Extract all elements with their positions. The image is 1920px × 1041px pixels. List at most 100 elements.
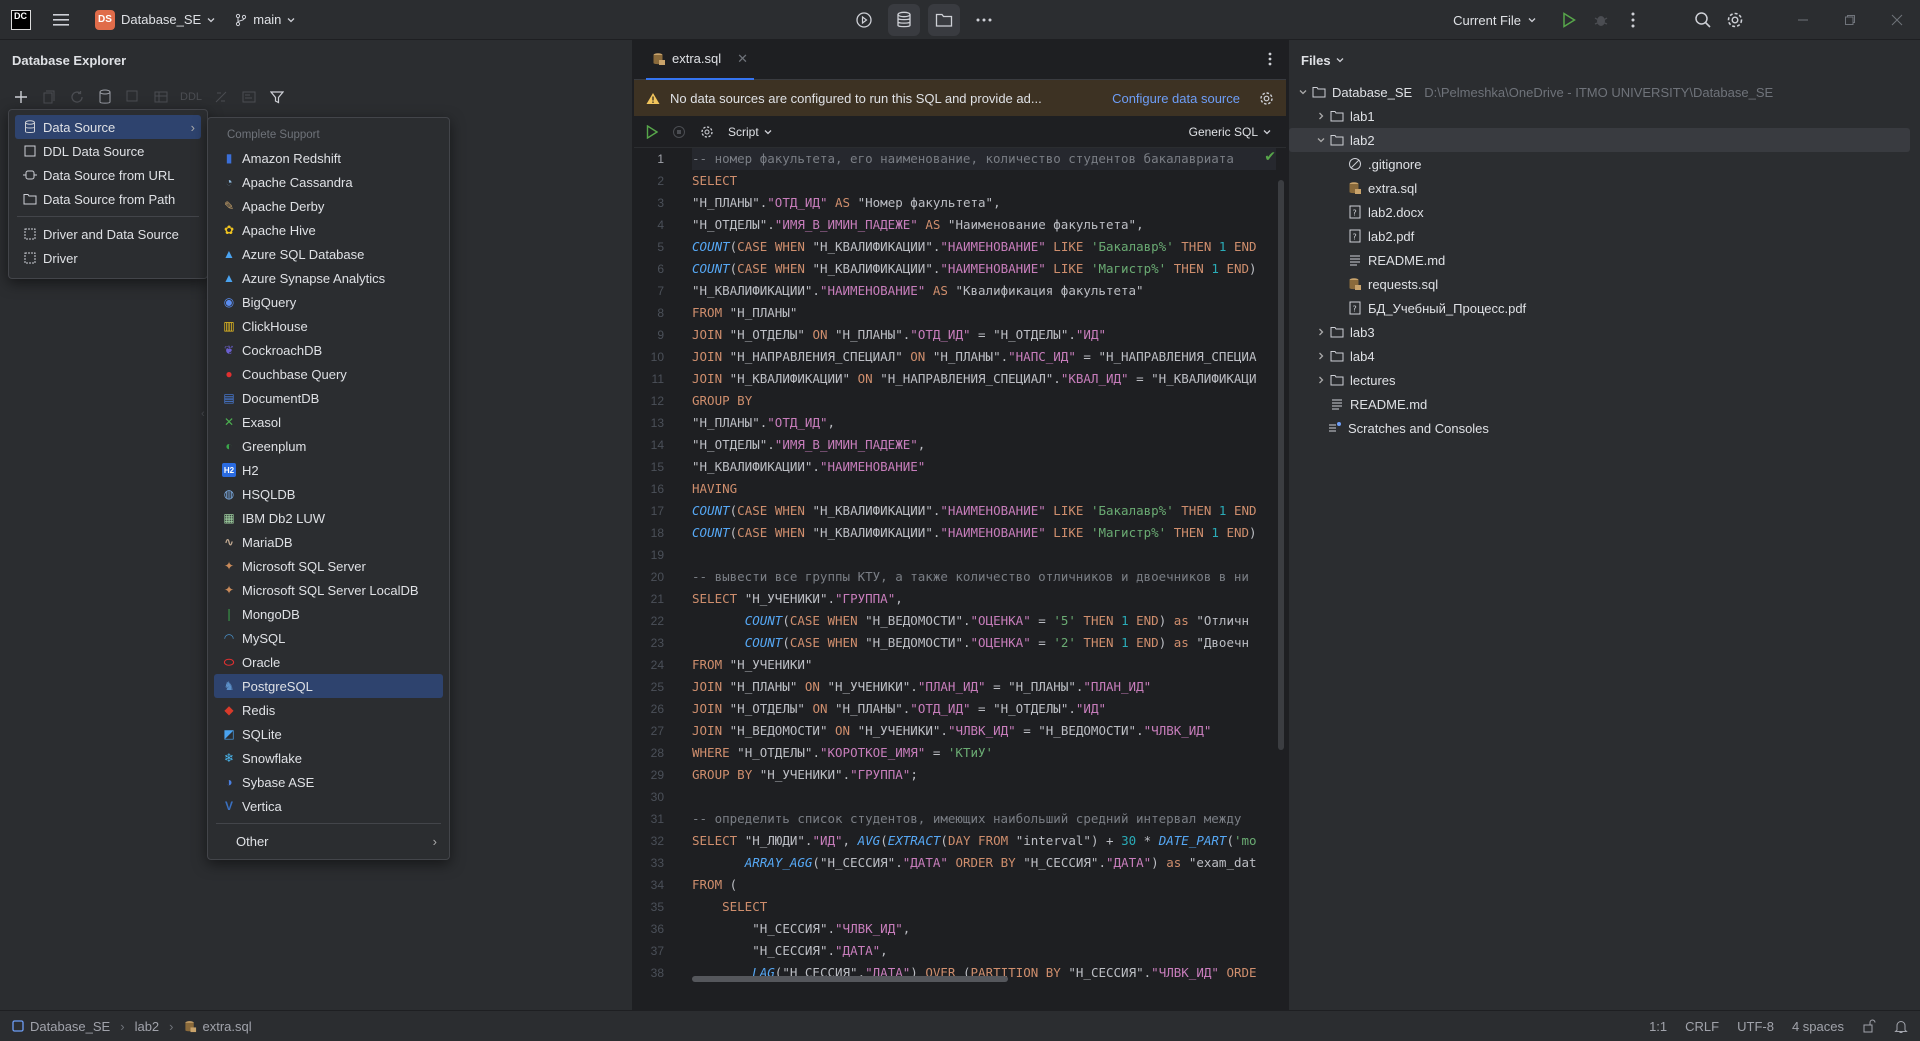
menu-item-greenplum[interactable]: ◐ Greenplum [214, 434, 443, 458]
menu-item-redis[interactable]: ◆ Redis [214, 698, 443, 722]
more-vertical-icon[interactable] [1268, 52, 1272, 66]
chevron-right-icon[interactable] [1313, 324, 1329, 340]
horizontal-scrollbar[interactable] [692, 976, 1008, 982]
menu-item-sqlite[interactable]: ◩ SQLite [214, 722, 443, 746]
chevron-down-icon[interactable] [1295, 84, 1311, 100]
sql-dialect-dropdown[interactable]: Generic SQL [1189, 125, 1272, 139]
gear-icon[interactable] [1259, 91, 1274, 106]
services-icon[interactable] [848, 4, 880, 36]
menu-item-amazon-redshift[interactable]: ▮ Amazon Redshift [214, 146, 443, 170]
line-separator[interactable]: CRLF [1685, 1019, 1719, 1034]
tree-file[interactable]: README.md [1289, 248, 1920, 272]
database-explorer-icon[interactable] [888, 4, 920, 36]
tree-folder[interactable]: lab3 [1289, 320, 1920, 344]
main-menu-icon[interactable] [53, 13, 69, 27]
jump-to-console-icon[interactable] [124, 88, 142, 106]
search-icon[interactable] [1687, 4, 1719, 36]
execute-icon[interactable] [646, 124, 658, 139]
menu-item-postgresql[interactable]: ♞ PostgreSQL [214, 674, 443, 698]
menu-item-mongodb[interactable]: ❘ MongoDB [214, 602, 443, 626]
inspection-ok-icon[interactable]: ✔ [1264, 148, 1276, 165]
more-horizontal-icon[interactable] [968, 4, 1000, 36]
tree-file[interactable]: ? lab2.pdf [1289, 224, 1920, 248]
close-tab-icon[interactable]: ✕ [737, 51, 748, 67]
tree-file[interactable]: README.md [1289, 392, 1920, 416]
tree-file[interactable]: .gitignore [1289, 152, 1920, 176]
refresh-icon[interactable] [68, 88, 86, 106]
file-encoding[interactable]: UTF-8 [1737, 1019, 1774, 1034]
run-configuration-selector[interactable]: Current File [1453, 13, 1537, 28]
chevron-down-icon[interactable] [1313, 132, 1329, 148]
configure-data-source-link[interactable]: Configure data source [1112, 91, 1240, 106]
tree-file[interactable]: extra.sql [1289, 176, 1920, 200]
menu-item-vertica[interactable]: V Vertica [214, 794, 443, 818]
chevron-right-icon[interactable] [1313, 372, 1329, 388]
files-panel-title[interactable]: Files [1289, 40, 1920, 80]
branch-selector[interactable]: main [234, 12, 296, 27]
close-window-icon[interactable] [1873, 14, 1920, 26]
restore-icon[interactable] [1826, 14, 1873, 26]
menu-item-cassandra[interactable]: ◔ Apache Cassandra [214, 170, 443, 194]
project-files-icon[interactable] [928, 4, 960, 36]
tree-file[interactable]: Scratches and Consoles [1289, 416, 1920, 440]
menu-item-cockroachdb[interactable]: ❦ CockroachDB [214, 338, 443, 362]
menu-item-couchbase[interactable]: ● Couchbase Query [214, 362, 443, 386]
add-icon[interactable] [12, 88, 30, 106]
vertical-scrollbar[interactable] [1278, 180, 1284, 750]
indent-setting[interactable]: 4 spaces [1792, 1019, 1844, 1034]
menu-item-clickhouse[interactable]: ▥ ClickHouse [214, 314, 443, 338]
table-icon[interactable] [152, 88, 170, 106]
menu-item-derby[interactable]: ✎ Apache Derby [214, 194, 443, 218]
breadcrumb-item[interactable]: extra.sql [203, 1019, 252, 1034]
menu-item-ibm-db2[interactable]: ▦ IBM Db2 LUW [214, 506, 443, 530]
menu-item-driver-and-data-source[interactable]: Driver and Data Source [15, 222, 201, 246]
minimize-icon[interactable] [1779, 14, 1826, 26]
tree-file[interactable]: ? БД_Учебный_Процесс.pdf [1289, 296, 1920, 320]
menu-item-other[interactable]: Other › [214, 829, 443, 853]
schema-diff-icon[interactable] [212, 88, 230, 106]
tree-folder[interactable]: lab4 [1289, 344, 1920, 368]
tree-file[interactable]: requests.sql [1289, 272, 1920, 296]
menu-item-azure[interactable]: ▲ Azure SQL Database [214, 242, 443, 266]
data-source-properties-icon[interactable] [96, 88, 114, 106]
menu-item-driver[interactable]: Driver [15, 246, 201, 270]
menu-item-azure-synapse[interactable]: ▲ Azure Synapse Analytics [214, 266, 443, 290]
menu-item-hive[interactable]: ✿ Apache Hive [214, 218, 443, 242]
chevron-right-icon[interactable] [1313, 108, 1329, 124]
menu-item-hsqldb[interactable]: ◍ HSQLDB [214, 482, 443, 506]
unlock-icon[interactable] [1862, 1019, 1876, 1033]
code-editor[interactable]: 1 2 3 4 5 6 7 8 9 10 11 12 13 14 15 16 17 18 19 20 21 22 23 24 2… [634, 148, 1286, 980]
run-icon[interactable] [1553, 4, 1585, 36]
menu-item-documentdb[interactable]: ▤ DocumentDB [214, 386, 443, 410]
menu-item-mariadb[interactable]: ∿ MariaDB [214, 530, 443, 554]
menu-item-sybase[interactable]: ◑ Sybase ASE [214, 770, 443, 794]
ddl-button[interactable]: DDL [180, 91, 202, 103]
tree-folder[interactable]: lab1 [1289, 104, 1920, 128]
filter-icon[interactable] [268, 88, 286, 106]
notifications-bell-icon[interactable] [1894, 1019, 1908, 1034]
breadcrumb-item[interactable]: Database_SE [30, 1019, 110, 1034]
tree-folder[interactable]: lab2 [1289, 128, 1910, 152]
stop-icon[interactable] [672, 125, 686, 139]
more-vertical-icon[interactable] [1617, 4, 1649, 36]
cursor-position[interactable]: 1:1 [1649, 1019, 1667, 1034]
menu-item-data-source-from-path[interactable]: Data Source from Path [15, 187, 201, 211]
menu-item-mysql[interactable]: ◠ MySQL [214, 626, 443, 650]
settings-gear-icon[interactable] [700, 125, 714, 139]
menu-item-exasol[interactable]: ✕ Exasol [214, 410, 443, 434]
menu-item-snowflake[interactable]: ❄ Snowflake [214, 746, 443, 770]
menu-item-oracle[interactable]: ⬭ Oracle [214, 650, 443, 674]
settings-gear-icon[interactable] [1719, 4, 1751, 36]
tree-folder[interactable]: Database_SE D:\Pelmeshka\OneDrive - ITMO … [1289, 80, 1920, 104]
menu-item-bigquery[interactable]: ◉ BigQuery [214, 290, 443, 314]
menu-item-h2[interactable]: H2 H2 [214, 458, 443, 482]
menu-item-sql-server[interactable]: ✦ Microsoft SQL Server [214, 554, 443, 578]
project-selector[interactable]: DS Database_SE [89, 6, 222, 34]
tree-folder[interactable]: lectures [1289, 368, 1920, 392]
tree-file[interactable]: ? lab2.docx [1289, 200, 1920, 224]
menu-item-ddl-data-source[interactable]: DDL Data Source [15, 139, 201, 163]
debug-icon[interactable] [1585, 4, 1617, 36]
menu-item-data-source-from-url[interactable]: Data Source from URL [15, 163, 201, 187]
script-mode-dropdown[interactable]: Script [728, 125, 773, 139]
query-console-icon[interactable] [240, 88, 258, 106]
